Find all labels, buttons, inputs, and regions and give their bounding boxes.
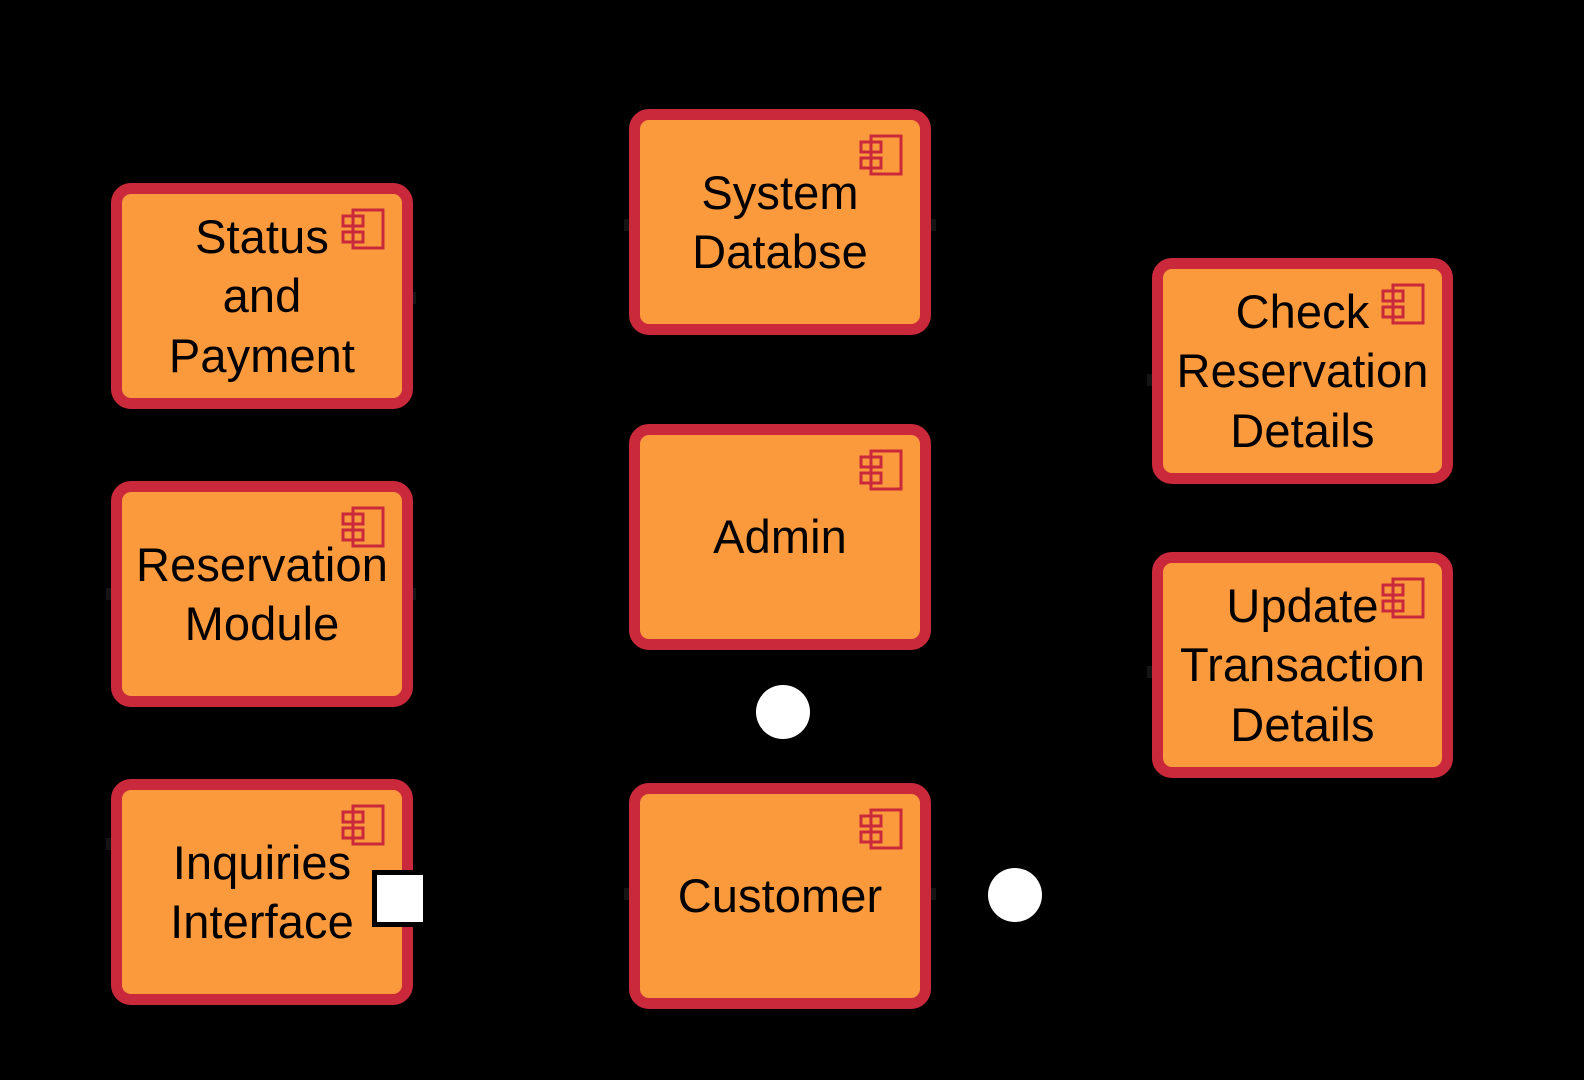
component-customer[interactable]: Customer xyxy=(629,783,931,1009)
port-inquiries-interface-port[interactable] xyxy=(372,870,428,927)
component-update-transaction-details[interactable]: Update Transaction Details xyxy=(1152,552,1453,778)
component-label-customer: Customer xyxy=(677,869,883,923)
component-check-reservation-details[interactable]: Check Reservation Details xyxy=(1152,258,1453,484)
component-inquiries-interface[interactable]: Inquiries Interface xyxy=(111,779,413,1005)
component-reservation-module[interactable]: Reservation Module xyxy=(111,481,413,707)
interface-ball-admin-provided-interface[interactable] xyxy=(756,685,810,739)
component-label-status-and-payment: Status and Payment xyxy=(168,210,356,382)
component-label-update-transaction-details: Update Transaction Details xyxy=(1180,579,1425,751)
uml-component-icon xyxy=(859,808,903,850)
component-admin[interactable]: Admin xyxy=(629,424,931,650)
component-label-check-reservation-details: Check Reservation Details xyxy=(1176,285,1429,457)
component-status-and-payment[interactable]: Status and Payment xyxy=(111,183,413,409)
component-label-inquiries-interface: Inquiries Interface xyxy=(170,835,354,948)
interface-ball-customer-provided-interface[interactable] xyxy=(988,868,1042,922)
component-label-system-databse: System Databse xyxy=(692,165,868,278)
component-label-reservation-module: Reservation Module xyxy=(136,537,388,650)
uml-component-icon xyxy=(859,449,903,491)
diagram-canvas: Status and Payment Reservation Module Inqu… xyxy=(0,0,1584,1080)
component-system-databse[interactable]: System Databse xyxy=(629,109,931,335)
component-label-admin: Admin xyxy=(713,510,847,564)
